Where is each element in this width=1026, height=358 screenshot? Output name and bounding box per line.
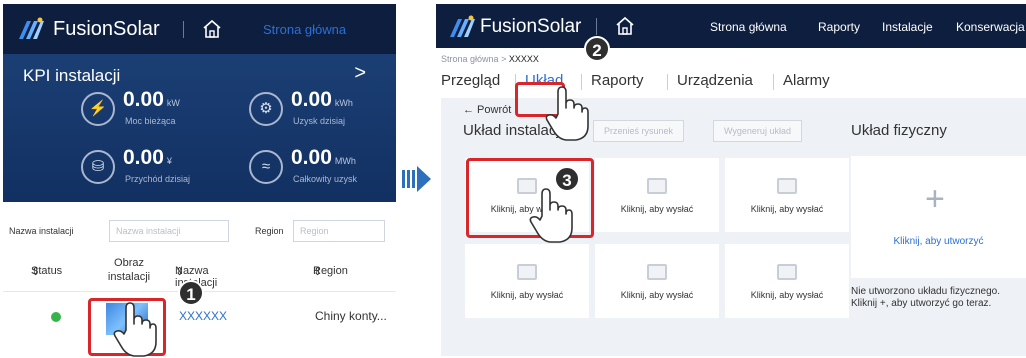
column-plant-image: Obraz instalacji [107, 257, 151, 283]
image-placeholder-icon [777, 264, 797, 280]
mobile-app-screen: FusionSolar Strona główna KPI instalacji… [0, 0, 396, 357]
fusionsolar-logo-icon [450, 15, 475, 37]
tab-divider [667, 74, 668, 90]
tab-devices[interactable]: Urządzenia [677, 72, 753, 89]
kpi-unit: MWh [334, 156, 356, 166]
kpi-unit: ¥ [166, 156, 172, 166]
column-plant-name[interactable]: Nazwa instalacji ⇕ [175, 265, 217, 289]
kpi-value: 0.00 ¥ [123, 146, 172, 169]
upload-label: Kliknij, aby wysłać [620, 290, 694, 300]
gear-icon: ⚙ [249, 92, 283, 126]
brand-name: FusionSolar [53, 18, 160, 40]
region-label: Region [255, 226, 284, 236]
chevron-right-icon[interactable]: > [354, 62, 366, 85]
header-divider [596, 18, 597, 35]
back-link[interactable]: ← Powrót [463, 104, 511, 116]
upload-tile[interactable]: Kliknij, aby wysłać [465, 244, 589, 318]
move-drawing-button[interactable]: Przenieś rysunek [593, 120, 685, 142]
pointing-hand-icon [529, 188, 573, 243]
coins-icon: ⛁ [81, 150, 115, 184]
image-placeholder-icon [777, 178, 797, 194]
arrow-right-icon [402, 166, 431, 192]
home-icon[interactable] [614, 15, 636, 37]
tab-alarms[interactable]: Alarmy [783, 72, 830, 89]
physical-layout-create[interactable]: + Kliknij, aby utworzyć [851, 156, 1026, 278]
app-header: FusionSolar Strona główna [3, 4, 396, 54]
web-app-screen: FusionSolar Strona główna Raporty Instal… [436, 0, 1026, 356]
breadcrumb-root[interactable]: Strona główna [441, 54, 499, 64]
kpi-label: Uzysk dzisiaj [293, 116, 346, 126]
upload-tile[interactable]: Kliknij, aby wysłać [725, 158, 849, 232]
kpi-value: 0.00 kWh [291, 88, 353, 111]
step2-badge: 2 [584, 36, 610, 62]
upload-label: Kliknij, aby wysłać [490, 290, 564, 300]
fusionsolar-logo-icon [19, 17, 44, 39]
kpi-yield-today: ⚙ 0.00 kWh Uzysk dzisiaj [249, 88, 429, 138]
chart-icon: ≈ [249, 150, 283, 184]
plant-name-label: Nazwa instalacji [9, 226, 74, 236]
nav-home[interactable]: Strona główna [710, 20, 787, 34]
kpi-label: Całkowity uzysk [293, 174, 358, 184]
generate-layout-button[interactable]: Wygeneruj układ [713, 120, 802, 142]
kpi-unit: kWh [334, 98, 353, 108]
kpi-current-power: ⚡ 0.00 kW Moc bieżąca [81, 88, 261, 138]
tab-divider [773, 74, 774, 90]
home-link[interactable]: Strona główna [263, 22, 346, 37]
breadcrumb-current: XXXXX [508, 54, 539, 64]
upload-label: Kliknij, aby wysłać [620, 204, 694, 214]
image-placeholder-icon [517, 264, 537, 280]
create-link[interactable]: Kliknij, aby utworzyć [851, 236, 1026, 247]
image-placeholder-icon [647, 178, 667, 194]
home-icon[interactable] [201, 18, 223, 40]
plant-name-link[interactable]: XXXXXX [179, 309, 227, 323]
kpi-value: 0.00 kW [123, 88, 180, 111]
upload-tile[interactable]: Kliknij, aby wysłać [725, 244, 849, 318]
plant-name-input[interactable]: Nazwa instalacji [109, 220, 229, 242]
nav-maintenance[interactable]: Konserwacja [956, 20, 1025, 34]
filter-bar: Nazwa instalacji Nazwa instalacji Region… [3, 218, 396, 244]
kpi-label: Moc bieżąca [125, 116, 176, 126]
plus-icon[interactable]: + [925, 180, 945, 219]
kpi-revenue-today: ⛁ 0.00 ¥ Przychód dzisiaj [81, 146, 261, 196]
step1-badge: 1 [178, 280, 204, 306]
kpi-panel: KPI instalacji > ⚡ 0.00 kW Moc bieżąca ⚙ … [3, 54, 396, 202]
breadcrumb-separator: > [501, 54, 507, 64]
upload-tile[interactable]: Kliknij, aby wysłać [595, 158, 719, 232]
kpi-label: Przychód dzisiaj [125, 174, 191, 184]
column-region[interactable]: Region ⇕ [313, 265, 348, 278]
nav-reports[interactable]: Raporty [818, 20, 860, 34]
physical-layout-note: Nie utworzono układu fizycznego. Kliknij… [851, 286, 1000, 309]
status-dot [51, 312, 61, 322]
upload-label: Kliknij, aby wysłać [750, 290, 824, 300]
plant-region: Chiny konty... [315, 309, 387, 323]
physical-layout-title: Układ fizyczny [851, 122, 947, 139]
upload-label: Kliknij, aby wysłać [750, 204, 824, 214]
kpi-title: KPI instalacji [23, 66, 121, 85]
lightning-icon: ⚡ [81, 92, 115, 126]
column-status[interactable]: Status ⇕ [31, 265, 62, 278]
brand-name: FusionSolar [480, 16, 582, 37]
tab-overview[interactable]: Przegląd [441, 72, 500, 89]
pointing-hand-icon [113, 302, 157, 357]
region-input[interactable]: Region [293, 220, 385, 242]
image-placeholder-icon [647, 264, 667, 280]
upload-tile[interactable]: Kliknij, aby wysłać [595, 244, 719, 318]
breadcrumb: Strona główna > XXXXX [441, 54, 539, 64]
header-divider [183, 21, 184, 38]
kpi-unit: kW [166, 98, 180, 108]
pointing-hand-icon [545, 86, 589, 141]
tab-reports[interactable]: Raporty [591, 72, 644, 89]
nav-plants[interactable]: Instalacje [882, 20, 933, 34]
kpi-value: 0.00 MWh [291, 146, 356, 169]
app-header: FusionSolar Strona główna Raporty Instal… [436, 4, 1026, 48]
